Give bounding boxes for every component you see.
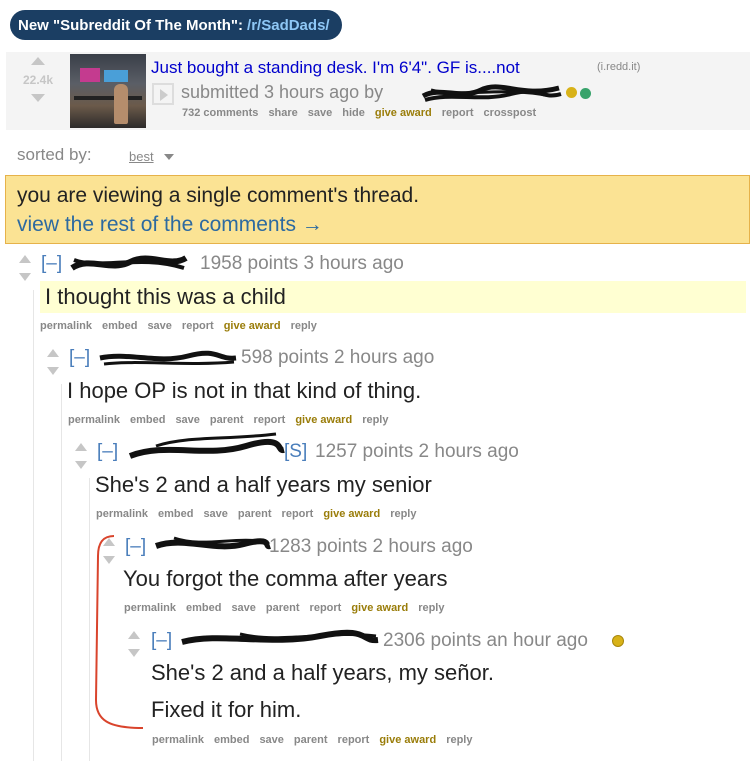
save-link[interactable]: save — [147, 320, 171, 332]
save-link[interactable]: save — [308, 107, 332, 119]
comment-author-redacted — [154, 536, 272, 550]
comment-actions: permalink embed save parent report give award… — [124, 602, 454, 614]
permalink-link[interactable]: permalink — [68, 414, 120, 426]
thread-line — [33, 290, 34, 761]
report-link[interactable]: report — [254, 414, 286, 426]
sort-dropdown[interactable]: best — [129, 149, 154, 164]
give-award-link[interactable]: give award — [224, 320, 281, 332]
embed-link[interactable]: embed — [186, 602, 221, 614]
save-link[interactable]: save — [231, 602, 255, 614]
save-link[interactable]: save — [203, 508, 227, 520]
permalink-link[interactable]: permalink — [152, 734, 204, 746]
comment-meta: 1257 points 2 hours ago — [315, 441, 519, 462]
reply-link[interactable]: reply — [390, 508, 416, 520]
reply-link[interactable]: reply — [446, 734, 472, 746]
report-link[interactable]: report — [338, 734, 370, 746]
collapse-toggle[interactable]: [–] — [69, 347, 90, 369]
permalink-link[interactable]: permalink — [40, 320, 92, 332]
comment-actions: permalink embed save parent report give award… — [96, 508, 426, 520]
award-icon — [580, 88, 591, 99]
report-link[interactable]: report — [442, 107, 474, 119]
collapse-toggle[interactable]: [–] — [41, 253, 62, 275]
comment-actions: permalink embed save parent report give award… — [68, 414, 398, 426]
expando-icon[interactable] — [152, 83, 174, 105]
post-actions: 732 comments share save hide give award repor… — [182, 107, 546, 119]
notice-text: you are viewing a single comment's threa… — [17, 184, 420, 207]
report-link[interactable]: report — [310, 602, 342, 614]
save-link[interactable]: save — [259, 734, 283, 746]
post-score: 22.4k — [22, 73, 54, 87]
comments-link[interactable]: 732 comments — [182, 107, 258, 119]
comment-meta: 2306 points an hour ago — [383, 630, 588, 651]
embed-link[interactable]: embed — [214, 734, 249, 746]
post-submitted: submitted 3 hours ago by — [181, 82, 384, 102]
subreddit-of-month-banner[interactable]: New "Subreddit Of The Month": /r/SadDads… — [10, 10, 342, 40]
hide-link[interactable]: hide — [342, 107, 365, 119]
give-award-link[interactable]: give award — [351, 602, 408, 614]
submitter-flair: [S] — [284, 441, 308, 462]
reply-link[interactable]: reply — [362, 414, 388, 426]
embed-link[interactable]: embed — [130, 414, 165, 426]
comment-author-redacted — [181, 629, 379, 645]
thread-line — [61, 384, 62, 761]
comment-body: She's 2 and a half years my senior — [95, 472, 432, 497]
comment-author-redacted — [99, 350, 237, 366]
upvote-icon[interactable] — [31, 57, 45, 65]
parent-link[interactable]: parent — [210, 414, 244, 426]
save-link[interactable]: save — [175, 414, 199, 426]
report-link[interactable]: report — [282, 508, 314, 520]
downvote-icon[interactable] — [19, 273, 31, 281]
view-rest-link[interactable]: view the rest of the comments → — [17, 213, 323, 237]
banner-text: New "Subreddit Of The Month": — [18, 16, 244, 34]
share-link[interactable]: share — [268, 107, 297, 119]
downvote-icon[interactable] — [47, 367, 59, 375]
crosspost-link[interactable]: crosspost — [484, 107, 537, 119]
parent-link[interactable]: parent — [294, 734, 328, 746]
collapse-toggle[interactable]: [–] — [97, 441, 118, 463]
comment-author-redacted — [70, 255, 188, 271]
give-award-link[interactable]: give award — [323, 508, 380, 520]
embed-link[interactable]: embed — [158, 508, 193, 520]
post-title-link[interactable]: Just bought a standing desk. I'm 6'4". G… — [151, 58, 520, 78]
comment-meta: 1283 points 2 hours ago — [269, 536, 473, 557]
chevron-down-icon[interactable] — [164, 154, 174, 160]
comment-author-redacted — [128, 432, 285, 459]
banner-subreddit-link[interactable]: /r/SadDads/ — [247, 17, 330, 34]
upvote-icon[interactable] — [75, 443, 87, 451]
give-award-link[interactable]: give award — [295, 414, 352, 426]
parent-link[interactable]: parent — [266, 602, 300, 614]
reply-link[interactable]: reply — [291, 320, 317, 332]
comment-meta: 1958 points 3 hours ago — [200, 253, 404, 274]
comment-body-line2: Fixed it for him. — [151, 697, 302, 722]
embed-link[interactable]: embed — [102, 320, 137, 332]
post-author-redacted — [421, 84, 562, 102]
upvote-icon[interactable] — [47, 349, 59, 357]
permalink-link[interactable]: permalink — [96, 508, 148, 520]
downvote-icon[interactable] — [31, 94, 45, 102]
downvote-icon[interactable] — [75, 461, 87, 469]
award-icon — [566, 87, 577, 98]
annotation-bracket — [94, 535, 144, 729]
parent-link[interactable]: parent — [238, 508, 272, 520]
comment-meta: 598 points 2 hours ago — [241, 347, 435, 368]
comment-actions: permalink embed save report give award reply — [40, 320, 327, 332]
post-domain[interactable]: (i.redd.it) — [597, 61, 640, 73]
give-award-link[interactable]: give award — [375, 107, 432, 119]
comment-body: I hope OP is not in that kind of thing. — [67, 378, 422, 403]
reply-link[interactable]: reply — [418, 602, 444, 614]
award-icon — [612, 635, 624, 647]
sort-label: sorted by: — [17, 145, 92, 164]
comment-body: You forgot the comma after years — [123, 566, 448, 591]
collapse-toggle[interactable]: [–] — [151, 630, 172, 652]
upvote-icon[interactable] — [19, 255, 31, 263]
comment-body: I thought this was a child — [45, 284, 286, 309]
report-link[interactable]: report — [182, 320, 214, 332]
comment-actions: permalink embed save parent report give award… — [152, 734, 482, 746]
comment-body: She's 2 and a half years, my señor. — [151, 660, 494, 685]
give-award-link[interactable]: give award — [379, 734, 436, 746]
post-thumbnail[interactable] — [70, 54, 146, 128]
